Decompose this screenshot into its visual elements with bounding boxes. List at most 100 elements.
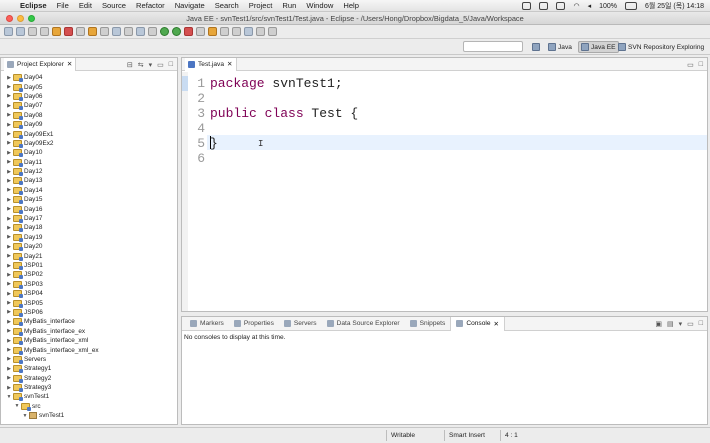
tab-project-explorer[interactable]: Project Explorer ✕ — [4, 57, 77, 71]
search-icon[interactable] — [100, 27, 109, 36]
tab-data-source-explorer[interactable]: Data Source Explorer — [322, 317, 405, 331]
menu-window[interactable]: Window — [306, 1, 333, 10]
volume-icon[interactable]: ◂ — [588, 2, 592, 10]
tree-item[interactable]: ▶ Day05 — [1, 82, 177, 92]
tree-item[interactable]: ▶ Strategy2 — [1, 374, 177, 383]
open-type-icon[interactable] — [88, 27, 97, 36]
tree-item[interactable]: ▶ MyBatis_interface_xml — [1, 336, 177, 346]
collapsed-arrow-icon[interactable]: ▶ — [5, 309, 13, 315]
code-line[interactable]: } — [210, 136, 707, 151]
collapsed-arrow-icon[interactable]: ▶ — [5, 169, 13, 175]
wifi-icon[interactable]: ◠ — [573, 2, 579, 10]
open-folder-icon[interactable] — [208, 27, 217, 36]
minimize-icon[interactable]: ▭ — [157, 61, 164, 69]
web-browser-icon[interactable] — [124, 27, 133, 36]
expanded-arrow-icon[interactable]: ▼ — [5, 394, 13, 400]
tree-item[interactable]: ▶ Strategy3 — [1, 383, 177, 393]
tree-item[interactable]: ▶ Day14 — [1, 186, 177, 195]
collapsed-arrow-icon[interactable]: ▶ — [5, 253, 13, 259]
tree-item[interactable]: ▶ JSP02 — [1, 270, 177, 280]
minimize-icon[interactable]: ▭ — [687, 61, 694, 69]
tree-item[interactable]: ▶ JSP05 — [1, 298, 177, 308]
view-menu-icon[interactable]: ▾ — [679, 320, 683, 328]
collapsed-arrow-icon[interactable]: ▶ — [5, 356, 13, 362]
expanded-arrow-icon[interactable]: ▼ — [13, 403, 21, 409]
tree-item[interactable]: ▶ Day11 — [1, 158, 177, 167]
menu-run[interactable]: Run — [282, 1, 296, 10]
close-icon[interactable]: ✕ — [67, 60, 73, 68]
tree-item[interactable]: ▶ JSP01 — [1, 261, 177, 270]
perspective-java[interactable]: Java — [546, 41, 574, 53]
collapsed-arrow-icon[interactable]: ▶ — [5, 225, 13, 231]
collapsed-arrow-icon[interactable]: ▶ — [5, 216, 13, 222]
new-java-class-icon[interactable] — [196, 27, 205, 36]
collapsed-arrow-icon[interactable]: ▶ — [5, 112, 13, 118]
maximize-icon[interactable]: □ — [169, 61, 173, 69]
code-line[interactable] — [210, 91, 707, 106]
tree-item[interactable]: ▶ Strategy1 — [1, 364, 177, 374]
code-line[interactable]: public class Test { — [210, 106, 707, 121]
tree-item[interactable]: ▶ Day13 — [1, 176, 177, 186]
tree-item[interactable]: ▶ Day16 — [1, 204, 177, 214]
tree-item[interactable]: ▶ Day09 — [1, 120, 177, 130]
quick-access-input[interactable] — [463, 41, 523, 52]
status-window-icon[interactable] — [556, 2, 566, 10]
collapsed-arrow-icon[interactable]: ▶ — [5, 103, 13, 109]
display-console-icon[interactable]: ▤ — [667, 320, 674, 328]
view-menu-icon[interactable]: ▾ — [149, 61, 153, 69]
tree-item[interactable]: ▶ Day06 — [1, 92, 177, 101]
server-start-icon[interactable] — [52, 27, 61, 36]
pin-editor-icon[interactable] — [244, 27, 253, 36]
server-stop-icon[interactable] — [64, 27, 73, 36]
tree-item[interactable]: ▶ Day12 — [1, 167, 177, 177]
collapsed-arrow-icon[interactable]: ▶ — [5, 272, 13, 278]
open-console-icon[interactable]: ▣ — [655, 320, 662, 328]
menu-app-name[interactable]: Eclipse — [20, 1, 47, 10]
collapsed-arrow-icon[interactable]: ▶ — [5, 150, 13, 156]
tree-item[interactable]: ▶ MyBatis_interface_xml_ex — [1, 345, 177, 355]
tree-item[interactable]: ▶ MyBatis_interface_ex — [1, 327, 177, 336]
menu-refactor[interactable]: Refactor — [136, 1, 165, 10]
back-icon[interactable] — [256, 27, 265, 36]
collapsed-arrow-icon[interactable]: ▶ — [5, 338, 13, 344]
menu-file[interactable]: File — [57, 1, 69, 10]
collapsed-arrow-icon[interactable]: ▶ — [5, 385, 13, 391]
tree-item[interactable]: ▶ Day04 — [1, 73, 177, 83]
tree-item[interactable]: ▶ Day09Ex1 — [1, 129, 177, 139]
collapsed-arrow-icon[interactable]: ▶ — [5, 93, 13, 99]
maximize-icon[interactable]: □ — [699, 61, 703, 69]
perspective-java-ee[interactable]: Java EE — [578, 41, 619, 53]
tab-servers[interactable]: Servers — [279, 317, 322, 331]
prev-annotation-icon[interactable] — [232, 27, 241, 36]
tree-item[interactable]: ▶ Day10 — [1, 148, 177, 158]
skip-breakpoints-icon[interactable] — [148, 27, 157, 36]
collapsed-arrow-icon[interactable]: ▶ — [5, 140, 13, 146]
status-app-icon[interactable] — [522, 2, 532, 10]
run-icon[interactable] — [172, 27, 181, 36]
tree-item[interactable]: ▶ Day07 — [1, 101, 177, 111]
menu-source[interactable]: Source — [102, 1, 126, 10]
battery-icon[interactable] — [624, 2, 637, 10]
open-perspective-button[interactable] — [530, 41, 542, 53]
collapsed-arrow-icon[interactable]: ▶ — [5, 366, 13, 372]
maximize-icon[interactable]: □ — [699, 320, 703, 328]
collapsed-arrow-icon[interactable]: ▶ — [5, 300, 13, 306]
collapsed-arrow-icon[interactable]: ▶ — [5, 122, 13, 128]
expanded-arrow-icon[interactable]: ▼ — [21, 413, 29, 419]
collapse-all-icon[interactable]: ⊟ — [127, 61, 133, 69]
tab-test-java[interactable]: Test.java ✕ — [185, 57, 237, 71]
next-annotation-icon[interactable] — [220, 27, 229, 36]
forward-icon[interactable] — [268, 27, 277, 36]
collapsed-arrow-icon[interactable]: ▶ — [5, 375, 13, 381]
save-icon[interactable] — [16, 27, 25, 36]
tree-item[interactable]: ▶ Servers — [1, 355, 177, 364]
collapsed-arrow-icon[interactable]: ▶ — [5, 178, 13, 184]
tree-item[interactable]: ▶ Day21 — [1, 251, 177, 261]
collapsed-arrow-icon[interactable]: ▶ — [5, 187, 13, 193]
status-dropbox-icon[interactable] — [539, 2, 549, 10]
link-editor-icon[interactable]: ⇆ — [138, 61, 144, 69]
collapsed-arrow-icon[interactable]: ▶ — [5, 75, 13, 81]
menu-navigate[interactable]: Navigate — [175, 1, 205, 10]
collapsed-arrow-icon[interactable]: ▶ — [5, 347, 13, 353]
collapsed-arrow-icon[interactable]: ▶ — [5, 263, 13, 269]
